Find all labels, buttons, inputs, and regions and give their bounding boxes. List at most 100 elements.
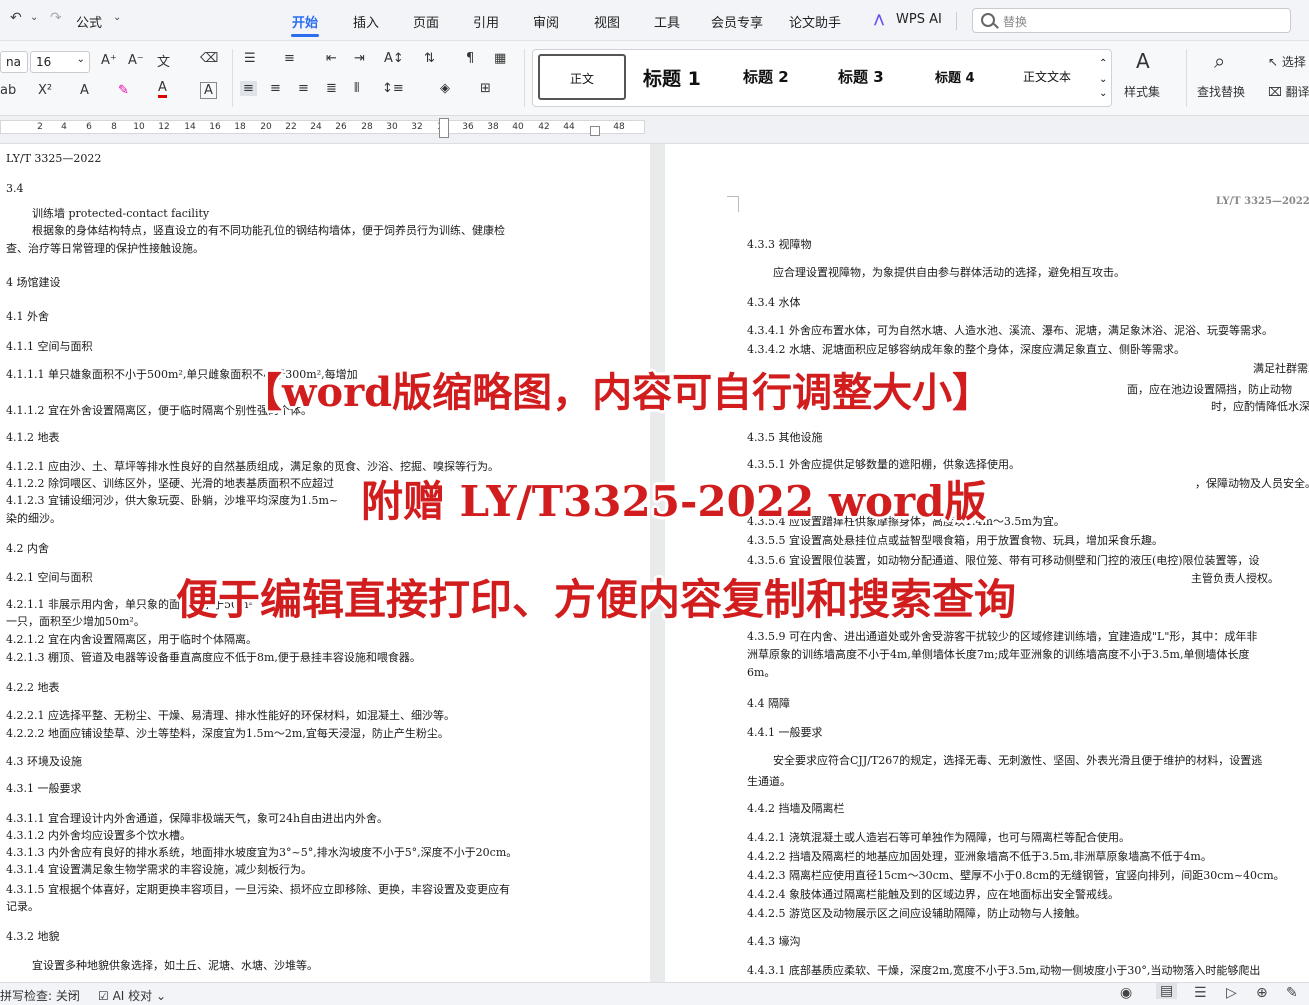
clear-format-icon[interactable]: ⌫ xyxy=(200,51,218,66)
redo-icon[interactable]: ↷ xyxy=(50,10,62,26)
borders-icon[interactable]: ⊞ xyxy=(480,81,491,96)
align-right-icon[interactable]: ≡ xyxy=(298,81,309,96)
bullet-list-icon[interactable]: ☰ xyxy=(244,51,256,66)
page1-text-line: 4.3.1.4 宜设置满足象生物学需求的丰容设施，减少刻板行为。 xyxy=(6,863,312,876)
style-normal[interactable]: 正文 xyxy=(538,54,626,100)
ai-check-button[interactable]: ☑ AI 校对 ⌄ xyxy=(98,987,166,1004)
grow-font-icon[interactable]: A⁺ xyxy=(101,53,117,68)
ruler-tick: 4 xyxy=(61,122,67,132)
align-center-icon[interactable]: ≡ xyxy=(270,81,281,96)
page1-text-line: 4.3.1.5 宜根据个体喜好，定期更换丰容项目，一旦污染、损坏应立即移除、更换… xyxy=(6,883,510,896)
page1-text-line: 4.2.1.3 棚顶、管道及电器等设备垂直高度应不低于8m,便于悬挂丰容设施和喂… xyxy=(6,651,421,664)
numbered-list-icon[interactable]: ≡ xyxy=(284,51,295,66)
play-icon[interactable]: ▷ xyxy=(1226,985,1237,1001)
char-border-icon[interactable]: A xyxy=(200,82,217,99)
chevron-down-icon[interactable]: ⌄ xyxy=(66,987,74,998)
outline-view-icon[interactable]: ☰ xyxy=(1194,985,1207,1001)
undo-icon[interactable]: ↶ xyxy=(10,10,22,26)
styles-gallery: 正文 标题 1 标题 2 标题 3 标题 4 正文文本 ⌃ ⌄ ⌄ xyxy=(532,49,1112,107)
search-box[interactable]: 替换 xyxy=(972,8,1291,33)
page2-text-line: 安全要求应符合CJJ/T267的规定，选择无毒、无刺激性、坚固、外表光滑且便于维… xyxy=(773,754,1263,767)
page2-text-line: 4.4.2.1 浇筑混凝土或人造岩石等可单独作为隔障，也可与隔离栏等配合使用。 xyxy=(747,831,1130,844)
format-painter-button[interactable]: 公式 xyxy=(76,12,102,31)
style-heading-4[interactable]: 标题 4 xyxy=(935,67,975,86)
page1-text-line: 4.2.2 地表 xyxy=(6,681,60,694)
style-set-button[interactable]: 样式集 xyxy=(1124,83,1160,100)
page1-text-line: 4.1.2 地表 xyxy=(6,431,60,444)
select-button[interactable]: ↖ 选择 xyxy=(1268,53,1306,70)
horizontal-ruler[interactable]: 2468101214161820222426283032343638404244… xyxy=(0,116,1309,144)
style-set-icon[interactable]: A xyxy=(1136,49,1150,73)
ruler-tick: 48 xyxy=(613,122,625,132)
page-left[interactable]: LY/T 3325—2022 3.4 训练墙 protected-contact … xyxy=(0,144,650,982)
page1-text-line: 4.1 外舍 xyxy=(6,310,49,323)
chevron-down-icon[interactable]: ⌄ xyxy=(113,12,121,23)
ruler-tick: 42 xyxy=(538,122,550,132)
text-effect-icon[interactable]: A xyxy=(80,83,89,98)
chevron-down-icon: ⌄ xyxy=(76,54,85,65)
tab-view[interactable]: 视图 xyxy=(594,12,620,31)
tab-tools[interactable]: 工具 xyxy=(654,12,680,31)
divider xyxy=(524,49,525,107)
style-body-text[interactable]: 正文文本 xyxy=(1023,68,1071,85)
page-right[interactable]: LY/T 3325—2022 4.3.3 视障物 应合理设置视障物，为象提供自由参… xyxy=(665,144,1309,982)
paragraph-mark-icon[interactable]: ¶ xyxy=(466,51,474,66)
find-icon[interactable]: ⌕ xyxy=(1214,49,1225,73)
shrink-font-icon[interactable]: A⁻ xyxy=(128,53,144,68)
right-indent-marker[interactable] xyxy=(590,126,600,136)
page1-text-line: 根据象的身体结构特点，竖直设立的有不同功能孔位的钢结构墙体，便于饲养员行为训练、… xyxy=(32,224,505,237)
tab-thesis-assistant[interactable]: 论文助手 xyxy=(789,12,841,31)
phonetic-guide-icon[interactable]: 文 xyxy=(157,51,170,70)
style-heading-1[interactable]: 标题 1 xyxy=(643,64,701,91)
columns-icon[interactable]: ▦ xyxy=(494,51,506,66)
page2-text-line: 4.4.1 一般要求 xyxy=(747,726,823,739)
tab-member[interactable]: 会员专享 xyxy=(711,12,763,31)
page1-text-line: 训练墙 protected-contact facility xyxy=(32,207,210,220)
more-styles-icon[interactable]: ⌄ xyxy=(1099,88,1107,99)
indent-marker[interactable] xyxy=(439,118,449,138)
tab-page[interactable]: 页面 xyxy=(413,12,439,31)
highlight-icon[interactable]: ✎ xyxy=(118,83,129,98)
page1-text-line: 4.3.1.3 内外舍应有良好的排水系统，地面排水坡度宜为3°~5°,排水沟坡度… xyxy=(6,846,518,859)
page2-text-line: 生通道。 xyxy=(747,775,791,788)
style-heading-2[interactable]: 标题 2 xyxy=(743,66,789,87)
font-name-select[interactable]: na xyxy=(0,51,28,73)
page-view-icon[interactable]: ▤ xyxy=(1156,983,1178,999)
shading-icon[interactable]: ◈ xyxy=(440,81,450,96)
decrease-indent-icon[interactable]: ⇤ xyxy=(326,51,337,66)
page2-text-line: 4.3.5.5 宜设置高处悬挂位点或益智型喂食箱，用于放置食物、玩具，增加采食乐… xyxy=(747,534,1163,547)
web-view-icon[interactable]: ⊕ xyxy=(1256,985,1268,1001)
title-menu-bar: ↶ ⌄ ↷ 公式 ⌄ 开始 插入 页面 引用 审阅 视图 工具 会员专享 论文助… xyxy=(0,0,1309,41)
scroll-down-icon[interactable]: ⌄ xyxy=(1099,74,1107,85)
eye-icon[interactable]: ◉ xyxy=(1120,985,1132,1001)
tab-review[interactable]: 审阅 xyxy=(533,12,559,31)
chevron-down-icon[interactable]: ⌄ xyxy=(30,12,38,23)
font-size-select[interactable]: 16 ⌄ xyxy=(30,51,90,73)
line-spacing-icon[interactable]: ↕≡ xyxy=(382,81,404,96)
write-mode-icon[interactable]: ✎ xyxy=(1286,985,1298,1001)
translate-icon: ⌧ xyxy=(1268,85,1282,99)
tab-wps-ai[interactable]: WPS AI xyxy=(896,12,942,27)
superscript-icon[interactable]: X² xyxy=(38,83,52,98)
justify-icon[interactable]: ≣ xyxy=(326,81,337,96)
font-name-value: na xyxy=(6,55,21,69)
tab-references[interactable]: 引用 xyxy=(473,12,499,31)
text-direction-icon[interactable]: A↕ xyxy=(384,51,404,66)
strikethrough-icon[interactable]: ab xyxy=(0,83,16,98)
style-heading-3[interactable]: 标题 3 xyxy=(838,66,884,87)
divider xyxy=(956,12,957,30)
scroll-up-icon[interactable]: ⌃ xyxy=(1099,58,1107,69)
increase-indent-icon[interactable]: ⇥ xyxy=(354,51,365,66)
distributed-icon[interactable]: ⫴ xyxy=(354,81,359,96)
page2-text-line: 应合理设置视障物，为象提供自由参与群体活动的选择，避免相互攻击。 xyxy=(773,266,1125,279)
ruler-tick: 16 xyxy=(209,122,221,132)
tab-insert[interactable]: 插入 xyxy=(353,12,379,31)
find-replace-button[interactable]: 查找替换 xyxy=(1197,83,1245,100)
ruler-tick: 36 xyxy=(462,122,474,132)
page2-text-line: 4.4.2.4 象肢体通过隔离栏能触及到的区域边界，应在地面标出安全警戒线。 xyxy=(747,888,1119,901)
sort-icon[interactable]: ⇅ xyxy=(424,51,435,66)
font-color-icon[interactable]: A xyxy=(158,81,167,98)
align-left-icon[interactable]: ≡ xyxy=(240,81,257,96)
translate-button[interactable]: ⌧ 翻译 xyxy=(1268,83,1309,100)
tab-home[interactable]: 开始 xyxy=(292,12,318,31)
